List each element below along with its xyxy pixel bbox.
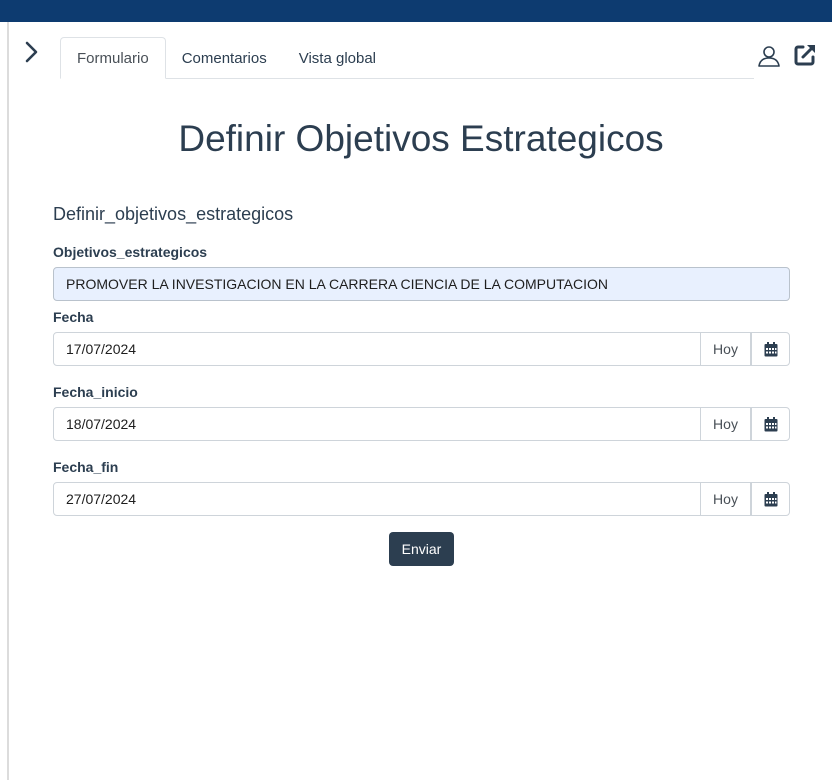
fecha-inicio-label: Fecha_inicio [53,384,138,400]
external-link-icon[interactable] [793,43,817,67]
fecha-fin-today-button[interactable]: Hoy [701,482,751,516]
fecha-inicio-today-button[interactable]: Hoy [701,407,751,441]
objetivos-label: Objetivos_estrategicos [53,244,208,260]
sidebar-toggle-button[interactable] [20,38,44,66]
tab-formulario[interactable]: Formulario [60,37,166,79]
fecha-input[interactable]: 17/07/2024 [53,332,701,366]
fecha-today-button[interactable]: Hoy [701,332,751,366]
submit-button[interactable]: Enviar [389,532,454,566]
fecha-date-group: 17/07/2024 Hoy [53,332,790,366]
calendar-icon [764,491,777,506]
tab-comentarios[interactable]: Comentarios [166,37,283,79]
calendar-icon [764,341,777,356]
fecha-fin-date-group: 27/07/2024 Hoy [53,482,790,516]
fecha-inicio-calendar-button[interactable] [751,407,790,441]
chevron-right-icon [25,41,38,63]
fecha-fin-calendar-button[interactable] [751,482,790,516]
user-icon[interactable] [757,44,781,68]
calendar-icon [764,416,777,431]
tab-bar: Formulario Comentarios Vista global [60,37,754,79]
page-title: Definir Objetivos Estrategicos [178,118,664,159]
objetivos-input[interactable]: PROMOVER LA INVESTIGACION EN LA CARRERA … [53,267,790,301]
form-title: Definir_objetivos_estrategicos [53,204,294,224]
fecha-calendar-button[interactable] [751,332,790,366]
fecha-label: Fecha [53,309,94,325]
fecha-inicio-date-group: 18/07/2024 Hoy [53,407,790,441]
fecha-inicio-input[interactable]: 18/07/2024 [53,407,701,441]
fecha-fin-input[interactable]: 27/07/2024 [53,482,701,516]
tab-vista-global[interactable]: Vista global [283,37,392,79]
header-actions [754,42,820,72]
sidebar-border [7,22,9,780]
fecha-fin-label: Fecha_fin [53,459,119,475]
top-bar [0,0,832,22]
